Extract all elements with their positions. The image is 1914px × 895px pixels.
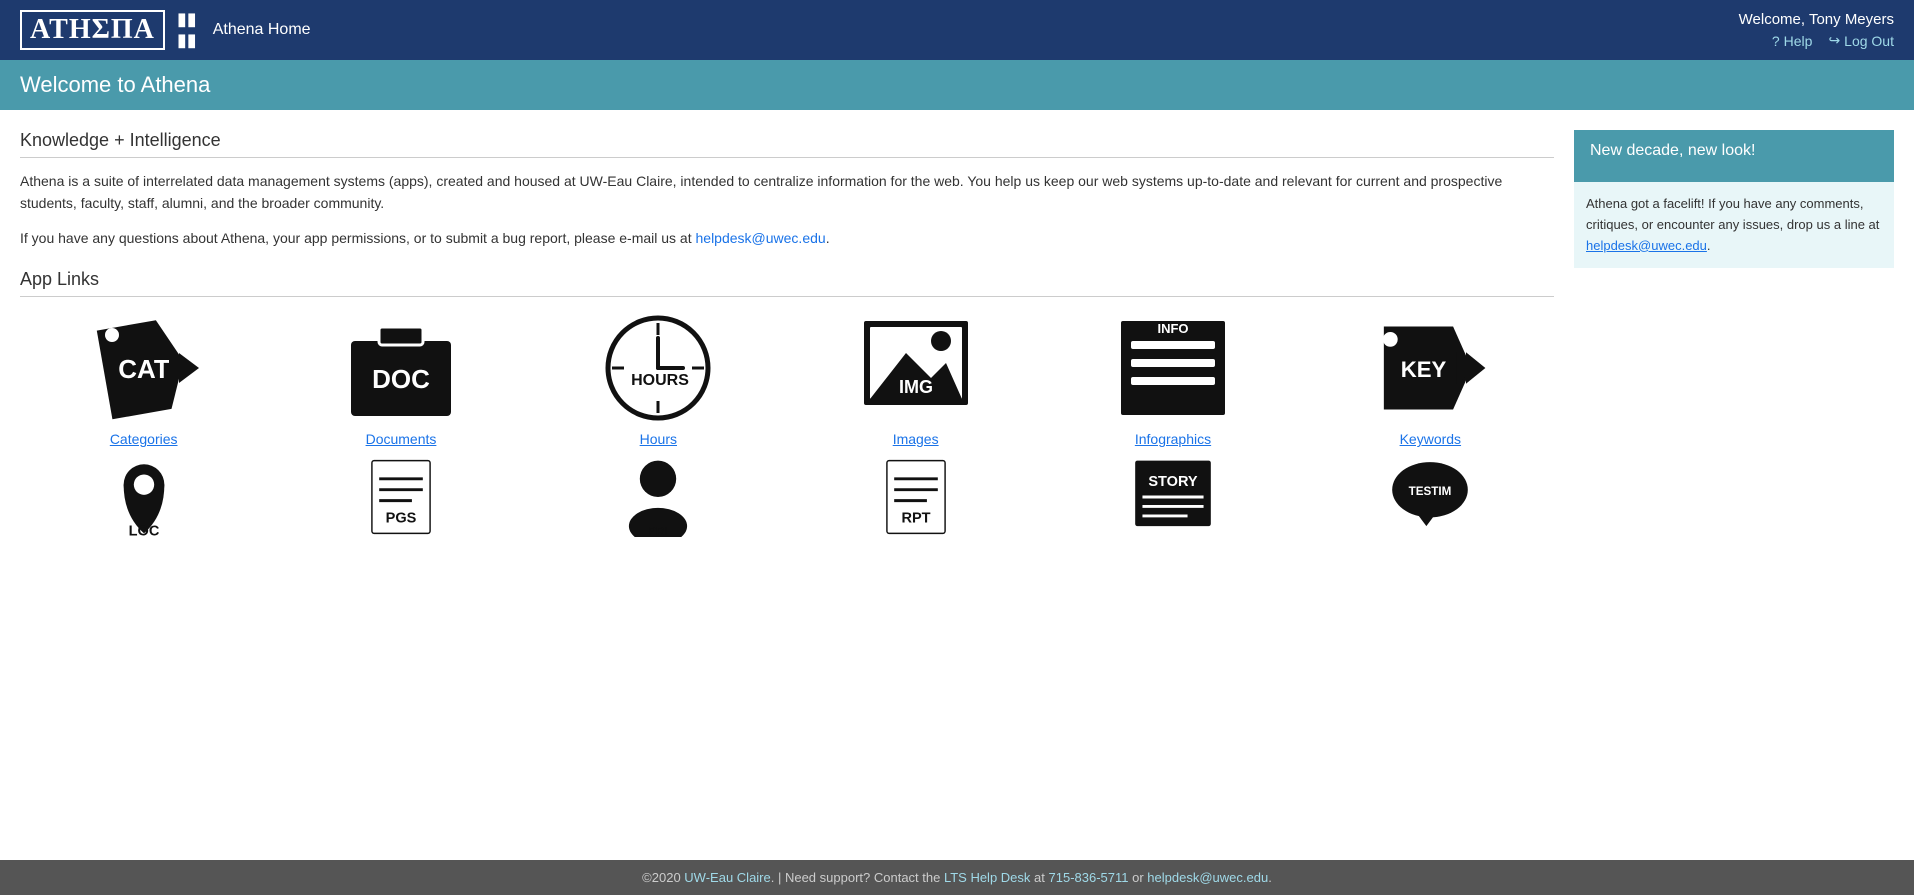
pages-label: Pages bbox=[381, 545, 421, 547]
knowledge-heading: Knowledge + Intelligence bbox=[20, 130, 1554, 158]
keywords-label: Keywords bbox=[1400, 431, 1461, 447]
locations-label: Locations bbox=[114, 545, 174, 547]
header-links: ? Help ↪ Log Out bbox=[1772, 32, 1894, 49]
right-panel: New decade, new look! Athena got a facel… bbox=[1574, 130, 1894, 547]
documents-icon: DOC bbox=[341, 313, 461, 423]
testimonials-label: Testimonials bbox=[1392, 545, 1469, 547]
svg-text:CAT: CAT bbox=[118, 354, 170, 384]
knowledge-para2: If you have any questions about Athena, … bbox=[20, 227, 1554, 249]
knowledge-section: Knowledge + Intelligence Athena is a sui… bbox=[20, 130, 1554, 249]
app-item-images[interactable]: IMG Images bbox=[792, 313, 1039, 447]
app-home-label[interactable]: Athena Home bbox=[213, 21, 311, 39]
logout-icon: ↪ bbox=[1828, 32, 1840, 49]
page-title-bar: Welcome to Athena bbox=[0, 60, 1914, 110]
app-links-heading: App Links bbox=[20, 269, 1554, 297]
svg-text:KEY: KEY bbox=[1401, 357, 1447, 382]
app-item-infographics[interactable]: INFO Infographics bbox=[1049, 313, 1296, 447]
svg-text:RPT: RPT bbox=[901, 511, 930, 527]
locations-icon: LOC bbox=[84, 457, 204, 537]
svg-text:HOURS: HOURS bbox=[631, 372, 689, 389]
svg-text:TESTIM: TESTIM bbox=[1409, 485, 1452, 498]
app-item-documents[interactable]: DOC Documents bbox=[277, 313, 524, 447]
categories-icon: CAT bbox=[84, 313, 204, 423]
footer-or: or bbox=[1129, 870, 1148, 885]
welcome-text: Welcome, Tony Meyers bbox=[1739, 11, 1894, 28]
infographics-label: Infographics bbox=[1135, 431, 1211, 447]
footer-end: . bbox=[1268, 870, 1272, 885]
footer-phone-link[interactable]: 715-836-5711 bbox=[1049, 870, 1129, 885]
app-item-categories[interactable]: CAT Categories bbox=[20, 313, 267, 447]
header: ATHΣΠA ▮▮▮▮ Athena Home Welcome, Tony Me… bbox=[0, 0, 1914, 60]
svg-text:IMG: IMG bbox=[899, 377, 933, 397]
announcement-email-link[interactable]: helpdesk@uwec.edu bbox=[1586, 238, 1707, 253]
announcement-title: New decade, new look! bbox=[1590, 142, 1878, 160]
footer: ©2020 UW-Eau Claire. | Need support? Con… bbox=[0, 860, 1914, 895]
app-item-testimonials[interactable]: TESTIM Testimonials bbox=[1307, 457, 1554, 547]
svg-text:LOC: LOC bbox=[128, 524, 159, 537]
app-grid: CAT Categories bbox=[20, 313, 1554, 447]
infographics-icon: INFO bbox=[1113, 313, 1233, 423]
logo-area: ATHΣΠA ▮▮▮▮ Athena Home bbox=[20, 9, 311, 51]
logo: ATHΣΠA bbox=[20, 10, 165, 50]
app-item-keywords[interactable]: KEY Keywords bbox=[1307, 313, 1554, 447]
svg-text:PGS: PGS bbox=[386, 511, 417, 527]
knowledge-para1: Athena is a suite of interrelated data m… bbox=[20, 170, 1554, 215]
announcement-box: New decade, new look! bbox=[1574, 130, 1894, 182]
images-icon: IMG bbox=[856, 313, 976, 423]
keywords-icon: KEY bbox=[1370, 313, 1490, 423]
grid-icon: ▮▮▮▮ bbox=[177, 9, 197, 51]
knowledge-email-link[interactable]: helpdesk@uwec.edu bbox=[696, 230, 826, 246]
main-content: Knowledge + Intelligence Athena is a sui… bbox=[0, 110, 1914, 567]
svg-text:PRI: PRI bbox=[649, 526, 668, 537]
app-item-profiles[interactable]: PRI Profiles bbox=[535, 457, 782, 547]
header-right: Welcome, Tony Meyers ? Help ↪ Log Out bbox=[1739, 11, 1894, 49]
pages-icon: PGS bbox=[341, 457, 461, 537]
hours-icon: HOURS bbox=[598, 313, 718, 423]
left-content: Knowledge + Intelligence Athena is a sui… bbox=[20, 130, 1554, 547]
page-title: Welcome to Athena bbox=[20, 72, 210, 97]
logout-link[interactable]: ↪ Log Out bbox=[1828, 32, 1894, 49]
reports-icon: RPT bbox=[856, 457, 976, 537]
app-grid-row2: LOC Locations PGS bbox=[20, 457, 1554, 547]
testimonials-icon: TESTIM bbox=[1370, 457, 1490, 537]
hours-label: Hours bbox=[640, 431, 677, 447]
footer-at: at bbox=[1030, 870, 1048, 885]
app-item-hours[interactable]: HOURS Hours bbox=[535, 313, 782, 447]
app-item-stories[interactable]: STORY Stories bbox=[1049, 457, 1296, 547]
app-item-pages[interactable]: PGS Pages bbox=[277, 457, 524, 547]
footer-mid: . | Need support? Contact the bbox=[771, 870, 944, 885]
app-item-reports[interactable]: RPT Reports bbox=[792, 457, 1039, 547]
footer-uwec-link[interactable]: UW-Eau Claire bbox=[684, 870, 770, 885]
svg-text:INFO: INFO bbox=[1157, 321, 1188, 336]
help-icon: ? bbox=[1772, 33, 1780, 49]
categories-label: Categories bbox=[110, 431, 178, 447]
announcement-body: Athena got a facelift! If you have any c… bbox=[1574, 182, 1894, 268]
help-link[interactable]: ? Help bbox=[1772, 32, 1813, 49]
app-item-locations[interactable]: LOC Locations bbox=[20, 457, 267, 547]
documents-label: Documents bbox=[366, 431, 437, 447]
stories-icon: STORY bbox=[1113, 457, 1233, 537]
footer-lts-link[interactable]: LTS Help Desk bbox=[944, 870, 1030, 885]
svg-text:STORY: STORY bbox=[1148, 474, 1198, 490]
footer-email-link[interactable]: helpdesk@uwec.edu bbox=[1147, 870, 1268, 885]
app-links-section: App Links CAT bbox=[20, 269, 1554, 547]
stories-label: Stories bbox=[1151, 545, 1195, 547]
profiles-icon: PRI bbox=[598, 457, 718, 537]
footer-copy: ©2020 bbox=[642, 870, 684, 885]
svg-text:DOC: DOC bbox=[372, 364, 430, 394]
reports-label: Reports bbox=[891, 545, 940, 547]
profiles-label: Profiles bbox=[635, 545, 682, 547]
images-label: Images bbox=[893, 431, 939, 447]
